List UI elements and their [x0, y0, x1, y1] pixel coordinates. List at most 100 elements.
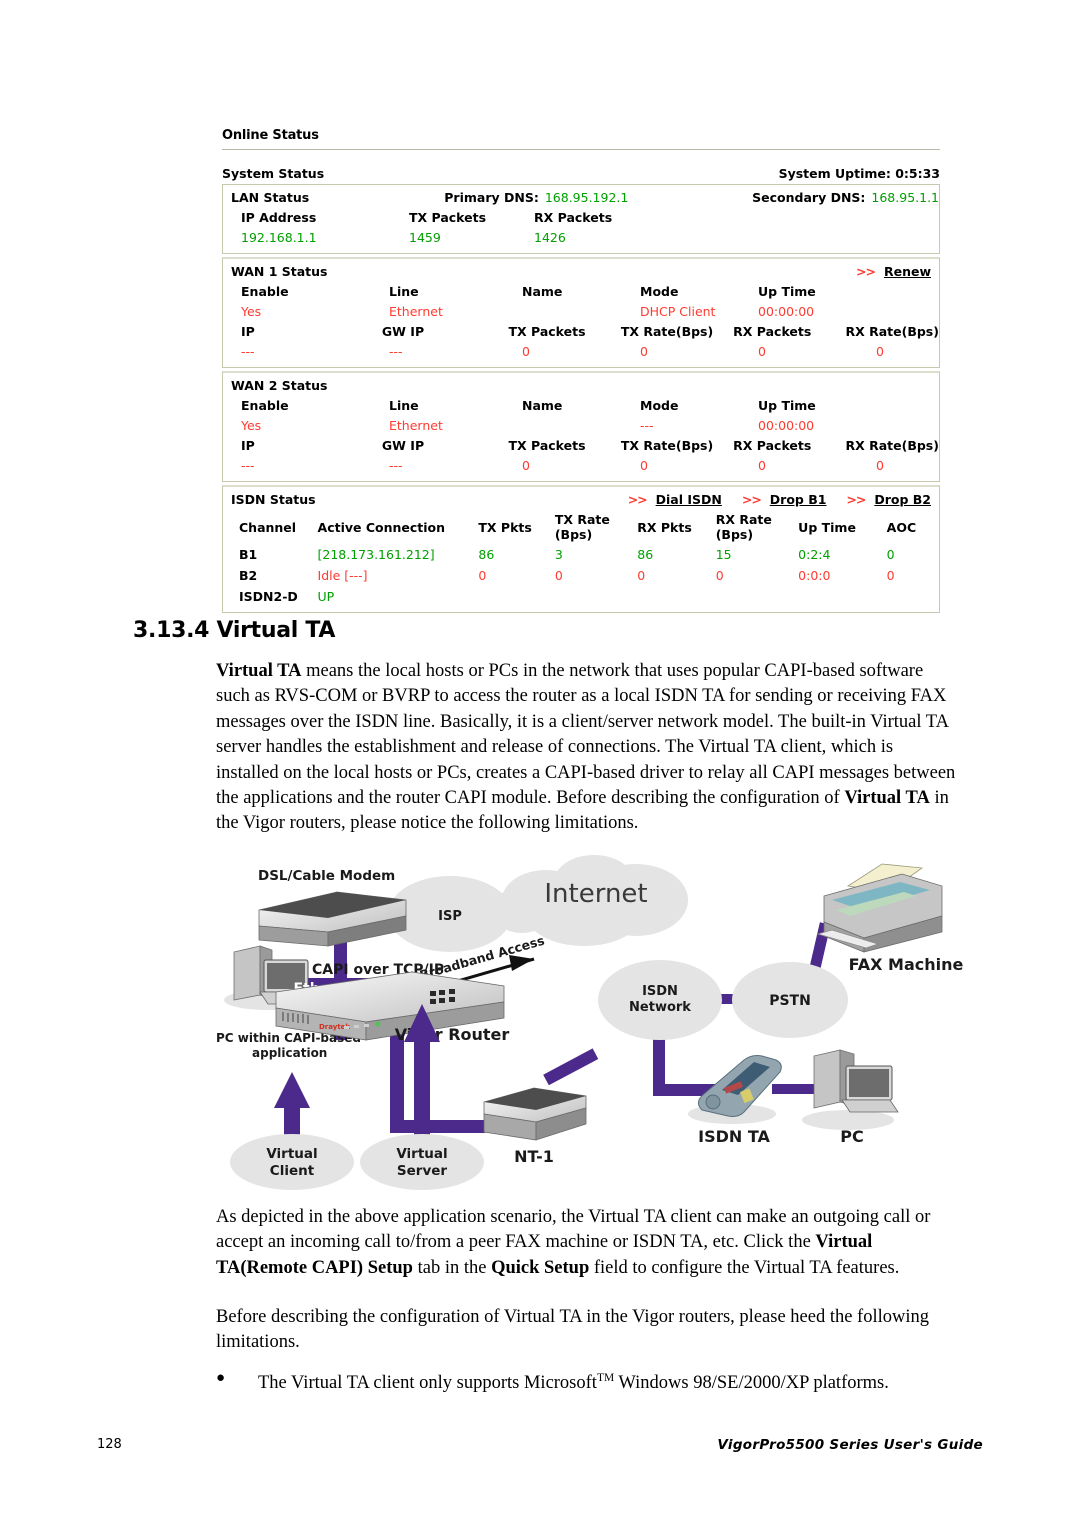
isdn-channel-header: Channel	[239, 519, 297, 535]
dsl-modem-label: DSL/Cable Modem	[258, 868, 395, 884]
renew-link-label[interactable]: Renew	[884, 264, 931, 279]
drop-b2-label[interactable]: Drop B2	[874, 492, 931, 507]
isdn-action-links: >> Dial ISDN >> Drop B1 >> Drop B2	[628, 490, 939, 510]
online-status-screenshot: Online Status System Status System Uptim…	[222, 128, 940, 616]
isdn-b1-rxpkts: 86	[637, 547, 654, 562]
wan2-status-panel: WAN 2 Status Enable Line Name Mode Up Ti…	[222, 371, 940, 482]
wan2-rxpackets-header: RX Packets	[733, 438, 812, 453]
drop-b1-link[interactable]: >> Drop B1	[742, 492, 831, 507]
wan2-gwip-value: ---	[389, 458, 403, 473]
dsl-cable-modem-icon	[258, 891, 407, 947]
pc-label: PC	[840, 1127, 863, 1146]
virtual-server-label-line1: Virtual	[396, 1146, 447, 1162]
isdn-active-connection-header: Active Connection	[317, 519, 446, 535]
fax-machine-label: FAX Machine	[849, 955, 964, 974]
list-item: ● The Virtual TA client only supports Mi…	[216, 1366, 956, 1397]
wan1-name-header: Name	[522, 284, 563, 299]
wan2-txpackets-value: 0	[522, 458, 530, 473]
lan-values-row: 192.168.1.1 1459 1426	[223, 228, 939, 248]
wan1-mode-value: DHCP Client	[640, 304, 716, 319]
isdn-b2-rxpkts: 0	[637, 568, 646, 583]
wan1-uptime-header: Up Time	[758, 284, 816, 299]
pc-capi-label-line2: application	[252, 1046, 327, 1060]
isdn-tx-rate-line2: (Bps)	[554, 527, 593, 542]
lan-status-panel: LAN Status Primary DNS: 168.95.192.1 Sec…	[222, 184, 940, 254]
isdn-b1-aoc: 0	[886, 547, 895, 562]
lan-status-header-row: LAN Status Primary DNS: 168.95.192.1 Sec…	[223, 188, 939, 208]
wan2-rxrate-value: 0	[876, 458, 884, 473]
virtual-server-ellipse	[360, 1134, 484, 1190]
network-topology-diagram: ISP Internet DSL/Cable Modem Normal Broa…	[216, 852, 972, 1197]
empty-cell	[555, 586, 637, 607]
isdn-rx-rate-header: RX Rate (Bps)	[716, 510, 798, 544]
dial-isdn-link[interactable]: >> Dial ISDN	[628, 492, 726, 507]
empty-cell	[716, 586, 798, 607]
paragraph-bold-term: Quick Setup	[491, 1257, 590, 1278]
wan2-enable-value: Yes	[241, 418, 262, 433]
isdn-b2-rxrate: 0	[715, 568, 724, 583]
virtual-client-label-line2: Client	[270, 1163, 315, 1179]
wan2-rxpackets-value: 0	[758, 458, 766, 473]
page-title: 3.13.4 Virtual TA	[133, 618, 336, 643]
wan2-line-header: Line	[389, 398, 419, 413]
wan2-headers-row1: Enable Line Name Mode Up Time	[223, 396, 939, 416]
empty-cell	[798, 586, 886, 607]
isdn-b2-connection: Idle [---]	[317, 568, 368, 583]
wan1-values-row1: Yes Ethernet DHCP Client 00:00:00	[223, 302, 939, 322]
fax-machine-icon	[816, 863, 943, 953]
isdn-b1-channel: B1	[239, 547, 258, 562]
isdn-status-panel: ISDN Status >> Dial ISDN >> Drop B1 >> D…	[222, 485, 940, 613]
isdn-table-head: Channel Active Connection TX Pkts TX Rat…	[223, 510, 939, 544]
isdn-b1-connection: [218.173.161.212]	[317, 547, 435, 562]
wan1-txpackets-value: 0	[522, 344, 530, 359]
virtual-client-ellipse	[230, 1134, 354, 1190]
wan1-enable-header: Enable	[241, 284, 289, 299]
secondary-dns-label: Secondary DNS:	[752, 190, 866, 205]
lan-ip-address-value: 192.168.1.1	[241, 230, 317, 245]
wan1-gwip-header: GW IP	[381, 324, 425, 339]
wan2-name-header: Name	[522, 398, 563, 413]
isdn-b2-txpkts: 0	[478, 568, 487, 583]
lan-rx-packets-value: 1426	[534, 230, 566, 245]
nt1-label: NT-1	[514, 1147, 554, 1166]
drop-b2-arrow-icon: >>	[846, 492, 866, 507]
drop-b1-label[interactable]: Drop B1	[770, 492, 827, 507]
paragraph-bold-term: Virtual TA	[844, 788, 930, 809]
bullet-text-a: The Virtual TA client only supports Micr…	[258, 1373, 597, 1394]
wan2-uptime-value: 00:00:00	[758, 418, 815, 433]
pstn-label: PSTN	[769, 993, 811, 1009]
isdn-b2-channel: B2	[239, 568, 258, 583]
wan2-uptime-header: Up Time	[758, 398, 816, 413]
system-status-header: System Status System Uptime: 0:5:33	[222, 166, 940, 184]
wan2-txpackets-header: TX Packets	[508, 438, 586, 453]
wan1-headers-row1: Enable Line Name Mode Up Time	[223, 282, 939, 302]
pc-icon	[802, 1049, 899, 1130]
paragraph-text: tab in the	[412, 1257, 492, 1278]
drop-b1-arrow-icon: >>	[741, 492, 762, 507]
drop-b2-link[interactable]: >> Drop B2	[846, 492, 931, 507]
isdn-ta-label: ISDN TA	[698, 1127, 770, 1146]
empty-cell	[478, 586, 554, 607]
wan2-line-value: Ethernet	[389, 418, 443, 433]
wan1-uptime-value: 00:00:00	[758, 304, 815, 319]
system-status-label: System Status	[222, 166, 325, 181]
wan2-gwip-header: GW IP	[381, 438, 425, 453]
wan1-rxpackets-header: RX Packets	[733, 324, 812, 339]
table-row: ISDN2-D UP	[223, 586, 939, 607]
wan2-mode-value: ---	[640, 418, 654, 433]
internet-label: Internet	[544, 879, 647, 909]
lan-status-label: LAN Status	[231, 190, 310, 205]
wan1-txrate-value: 0	[640, 344, 648, 359]
dial-isdn-label[interactable]: Dial ISDN	[656, 492, 722, 507]
virtual-server-label-line2: Server	[397, 1163, 447, 1179]
isdn-b1-rxrate: 15	[715, 547, 732, 562]
paragraph-text: field to configure the Virtual TA featur…	[589, 1257, 900, 1278]
wan1-renew-link[interactable]: >> Renew	[856, 262, 939, 282]
isdn-status-table: Channel Active Connection TX Pkts TX Rat…	[223, 510, 939, 607]
wan1-enable-value: Yes	[241, 304, 262, 319]
wan1-txpackets-header: TX Packets	[508, 324, 586, 339]
isdn-network-label-line2: Network	[629, 1000, 691, 1015]
isdn-rx-rate-line2: (Bps)	[715, 527, 754, 542]
secondary-dns-value: 168.95.1.1	[871, 190, 939, 205]
wan1-status-panel: WAN 1 Status >> Renew Enable Line Name M…	[222, 257, 940, 368]
